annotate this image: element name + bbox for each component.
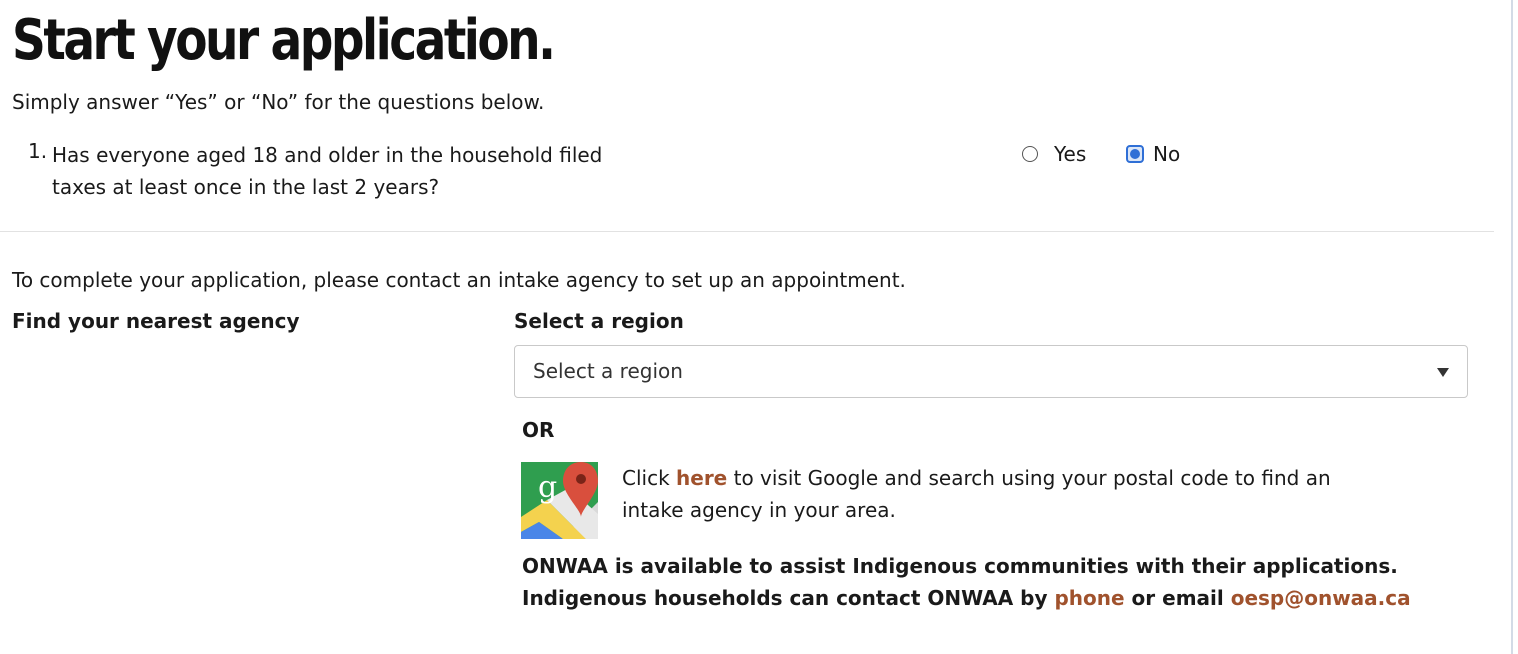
onwaa-line-2-prefix: Indigenous households can contact ONWAA … <box>522 586 1055 610</box>
find-agency-heading: Find your nearest agency <box>12 309 300 333</box>
region-select[interactable]: Select a region <box>514 345 1468 398</box>
radio-no[interactable]: No <box>1126 141 1180 167</box>
click-prefix: Click <box>622 466 677 490</box>
here-link[interactable]: here <box>676 466 727 490</box>
or-label: OR <box>522 418 555 442</box>
window-edge-rule <box>1511 0 1513 654</box>
page-title: Start your application. <box>12 8 556 73</box>
onwaa-note: ONWAA is available to assist Indigenous … <box>522 550 1482 614</box>
radio-yes-label[interactable]: Yes <box>1054 142 1086 166</box>
contact-message: To complete your application, please con… <box>12 268 906 292</box>
onwaa-or-email: or email <box>1124 586 1231 610</box>
section-divider <box>0 231 1494 232</box>
region-select-value[interactable]: Select a region <box>533 359 683 383</box>
radio-no-checked[interactable] <box>1126 145 1144 163</box>
email-link[interactable]: oesp@onwaa.ca <box>1231 586 1411 610</box>
click-suffix: to visit Google and search using your po… <box>622 466 1331 522</box>
google-search-instructions: Click here to visit Google and search us… <box>622 462 1382 526</box>
question-number: 1. <box>28 139 48 163</box>
google-maps-icon[interactable]: g <box>521 462 598 539</box>
onwaa-line-2: Indigenous households can contact ONWAA … <box>522 582 1482 614</box>
caret-down-icon[interactable] <box>1437 368 1449 377</box>
svg-text:g: g <box>538 470 557 505</box>
radio-yes-circle[interactable] <box>1022 146 1038 162</box>
select-region-heading: Select a region <box>514 309 684 333</box>
radio-yes[interactable]: Yes <box>1022 141 1086 167</box>
phone-link[interactable]: phone <box>1054 586 1124 610</box>
intro-text: Simply answer “Yes” or “No” for the ques… <box>12 90 545 114</box>
application-page: Start your application. Simply answer “Y… <box>0 0 1494 654</box>
radio-no-dot <box>1130 149 1140 159</box>
question-text: Has everyone aged 18 and older in the ho… <box>52 143 603 199</box>
radio-no-label[interactable]: No <box>1153 142 1180 166</box>
onwaa-line-1: ONWAA is available to assist Indigenous … <box>522 554 1398 578</box>
